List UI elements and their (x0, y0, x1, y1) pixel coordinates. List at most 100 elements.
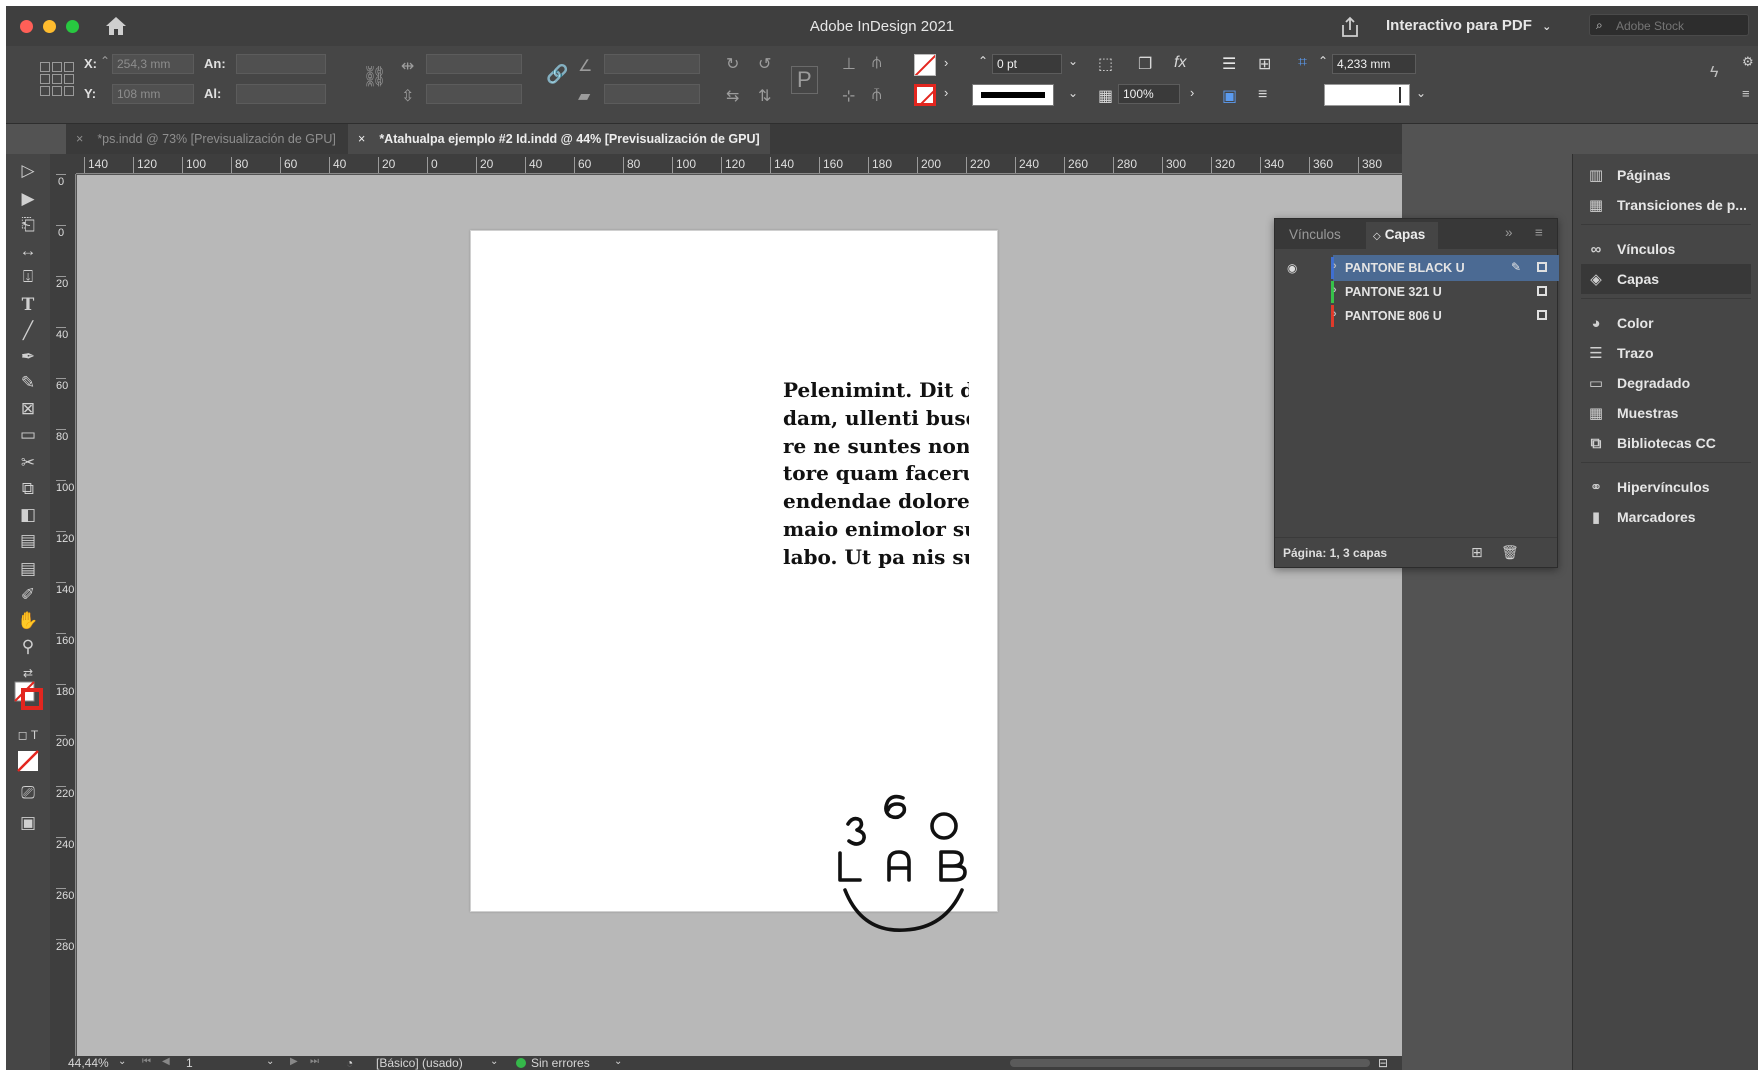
layer-row[interactable]: › PANTONE 806 U (1275, 303, 1557, 329)
chevron-right-icon[interactable]: › (1333, 308, 1337, 320)
dock-item[interactable]: ▦ Transiciones de p... (1581, 190, 1751, 220)
select-previous-icon[interactable]: ⊹ (842, 86, 855, 106)
scissors-tool-icon[interactable]: ✂ (12, 450, 44, 476)
chevron-down-icon[interactable]: ⌄ (614, 1056, 622, 1067)
doc-tab-atahualpa[interactable]: × *Atahualpa ejemplo #2 Id.indd @ 44% [Pr… (348, 124, 770, 154)
gradient-feather-tool-icon[interactable]: ▤ (12, 528, 44, 554)
gear-icon[interactable]: ⚙ (1742, 54, 1754, 70)
height-field[interactable] (236, 84, 326, 104)
layer-select-box-icon[interactable] (1537, 286, 1547, 296)
scale-x-field[interactable] (426, 54, 522, 74)
flip-vertical-icon[interactable]: ⇅ (758, 86, 771, 106)
rectangle-frame-tool-icon[interactable]: ⊠ (12, 396, 44, 422)
scale-y-field[interactable] (426, 84, 522, 104)
collapse-panel-icon[interactable]: » (1505, 225, 1513, 240)
panel-menu-icon[interactable]: ≡ (1742, 86, 1750, 101)
reference-point-selector[interactable] (40, 62, 74, 96)
type-tool-icon[interactable]: T (12, 292, 44, 318)
stock-search-input[interactable] (1616, 17, 1744, 34)
drop-shadow-icon[interactable]: ❐ (1138, 54, 1152, 74)
ruler-origin[interactable] (50, 154, 76, 174)
zoom-level[interactable]: 44,44% (68, 1056, 109, 1070)
gradient-swatch-tool-icon[interactable]: ◧ (12, 502, 44, 528)
body-text-frame[interactable]: Pelenimint. Dit der dam, ullenti busdar re… (783, 377, 969, 577)
rotation-field[interactable] (604, 54, 700, 74)
chevron-right-icon[interactable]: › (944, 55, 948, 70)
opacity-field[interactable]: 100% (1118, 84, 1180, 104)
dock-item[interactable]: ☰ Trazo (1581, 338, 1751, 368)
pen-target-icon[interactable]: ✎ (1511, 260, 1521, 274)
page-number-field[interactable]: 1 (186, 1056, 193, 1070)
tab-layers[interactable]: ◇ Capas (1373, 227, 1425, 242)
width-field[interactable] (236, 54, 326, 74)
close-tab-icon[interactable]: × (358, 132, 365, 146)
adobe-stock-search[interactable]: ⌕ (1589, 14, 1749, 36)
x-position-field[interactable]: 254,3 mm (112, 54, 194, 74)
text-wrap-none-icon[interactable]: ☰ (1222, 54, 1236, 74)
stroke-type-preview[interactable] (972, 84, 1054, 106)
stepper-icon[interactable]: ⌃ (978, 54, 988, 68)
formatting-container-icon[interactable]: ◻ T (12, 722, 44, 748)
chevron-down-icon[interactable]: ⌄ (1416, 86, 1426, 100)
selection-tool-icon[interactable]: ▷ (12, 158, 44, 184)
fill-swatch[interactable] (914, 54, 936, 76)
layer-select-box-icon[interactable] (1537, 310, 1547, 320)
chevron-down-icon[interactable]: ⌄ (1068, 54, 1078, 68)
eyedropper-tool-icon[interactable]: ✐ (12, 582, 44, 608)
chevron-down-icon[interactable]: ⌄ (1068, 86, 1078, 100)
workspace-switcher[interactable]: Interactivo para PDF ⌄ (1386, 17, 1551, 34)
constrain-proportions-icon[interactable]: ⛓ (362, 64, 387, 89)
preflight-status[interactable]: Sin errores (516, 1056, 590, 1070)
zoom-tool-icon[interactable]: ⚲ (12, 634, 44, 660)
trash-icon[interactable]: 🗑 (1501, 544, 1519, 561)
last-page-icon[interactable]: ⏭ (310, 1056, 319, 1067)
horizontal-scrollbar[interactable] (1010, 1059, 1370, 1067)
link-icon[interactable]: 🔗 (546, 64, 568, 85)
tab-links[interactable]: Vínculos (1289, 227, 1341, 242)
rotate-ccw-icon[interactable]: ↺ (758, 54, 771, 74)
layer-row[interactable]: ◉ › PANTONE BLACK U ✎ (1275, 255, 1559, 281)
dock-item[interactable]: ∞ Vínculos (1581, 234, 1751, 264)
panel-menu-icon[interactable]: ≡ (1535, 225, 1543, 240)
chevron-down-icon[interactable]: ⌄ (490, 1056, 498, 1067)
dock-item[interactable]: ▦ Muestras (1581, 398, 1751, 428)
layer-row[interactable]: › PANTONE 321 U (1275, 279, 1557, 305)
chevron-right-icon[interactable]: › (1333, 260, 1337, 272)
dock-item[interactable]: ▭ Degradado (1581, 368, 1751, 398)
flip-horizontal-icon[interactable]: ⇆ (726, 86, 739, 106)
y-position-field[interactable]: 108 mm (112, 84, 194, 104)
dock-item[interactable]: ⧉ Bibliotecas CC (1581, 428, 1751, 458)
pencil-tool-icon[interactable]: ✎ (12, 370, 44, 396)
fill-stroke-icon[interactable] (12, 681, 44, 710)
chevron-right-icon[interactable]: › (1333, 284, 1337, 296)
select-container-icon[interactable]: ⊥ (842, 54, 856, 74)
gap-tool-icon[interactable]: ↔ (12, 238, 44, 264)
shear-field[interactable] (604, 84, 700, 104)
frame-fitting-preview[interactable] (1324, 84, 1410, 106)
normal-view-icon[interactable]: ▣ (12, 810, 44, 836)
doc-tab-ps[interactable]: × *ps.indd @ 73% [Previsualización de GPU… (74, 124, 336, 154)
layout-view-icon[interactable]: ⊟ (1378, 1056, 1388, 1070)
open-page-icon[interactable]: ◔ (346, 1056, 353, 1070)
visibility-eye-icon[interactable]: ◉ (1287, 261, 1297, 275)
effects-fx-icon[interactable]: fx (1174, 54, 1186, 72)
line-tool-icon[interactable]: ╱ (12, 318, 44, 344)
quick-apply-icon[interactable]: ϟ (1710, 64, 1718, 82)
select-content-icon[interactable]: ⫛ (872, 54, 882, 72)
360-lab-logo[interactable] (827, 788, 987, 938)
chevron-right-icon[interactable]: › (944, 85, 948, 100)
new-layer-icon[interactable]: ⊞ (1471, 544, 1483, 561)
dock-item[interactable]: ▥ Páginas (1581, 160, 1751, 190)
free-transform-tool-icon[interactable]: ⧉ (12, 476, 44, 502)
content-collector-icon[interactable]: ⍗ (12, 264, 44, 290)
apply-none-icon[interactable] (12, 748, 44, 774)
rotate-cw-icon[interactable]: ↻ (726, 54, 739, 74)
share-icon[interactable] (1339, 16, 1361, 38)
first-page-icon[interactable]: ⏮ (142, 1056, 151, 1067)
stroke-weight-field[interactable]: 0 pt (992, 54, 1062, 74)
chevron-right-icon[interactable]: › (1190, 85, 1194, 100)
note-tool-icon[interactable]: ▤ (12, 556, 44, 582)
previous-page-icon[interactable]: ◀ (162, 1056, 170, 1067)
gap-field[interactable]: 4,233 mm (1332, 54, 1416, 74)
layer-select-box-icon[interactable] (1537, 262, 1547, 272)
